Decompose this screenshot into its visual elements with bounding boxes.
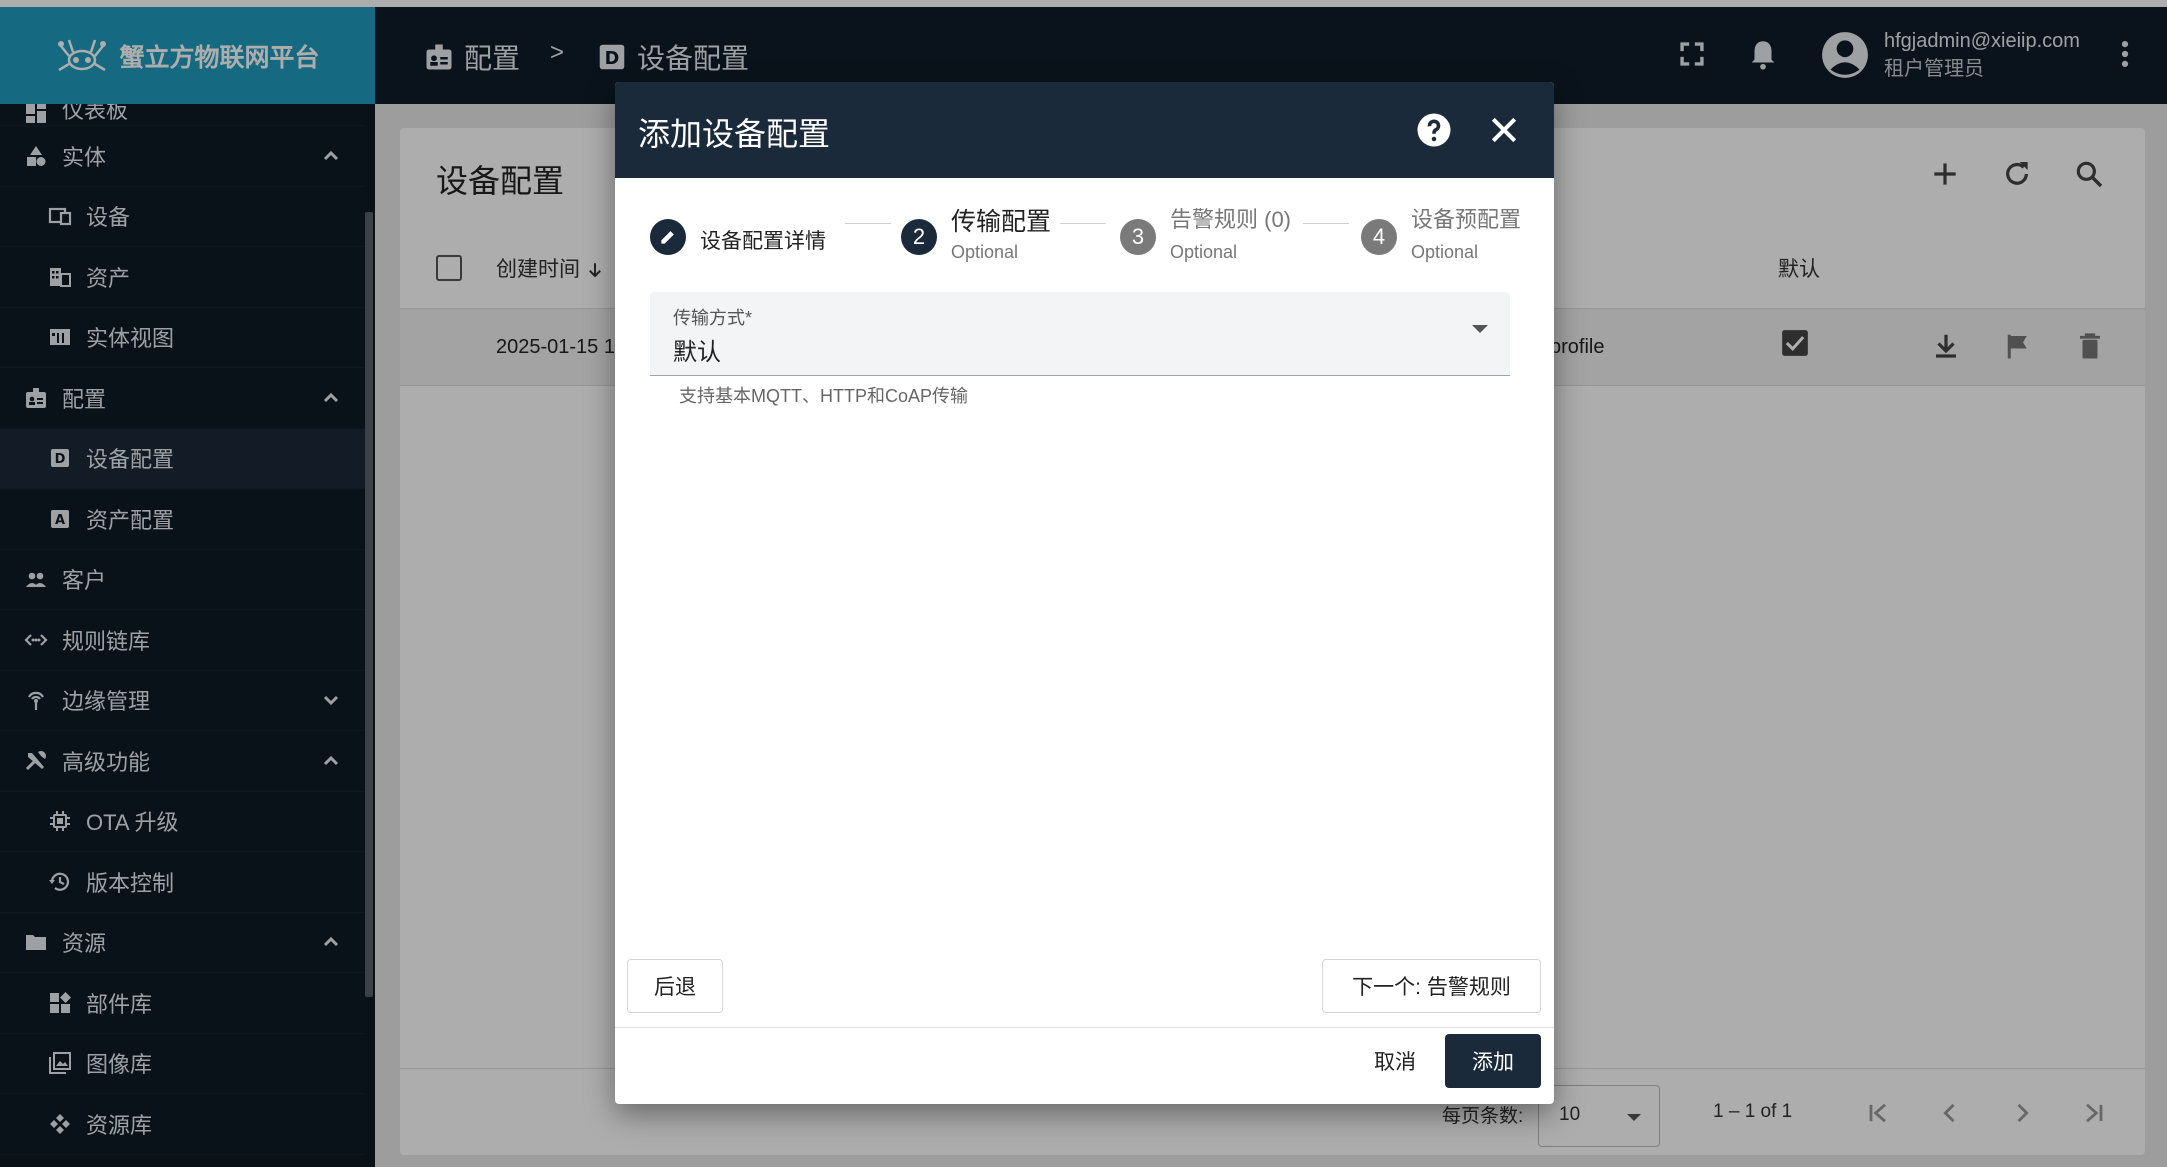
step-optional: Optional [1170, 242, 1238, 262]
step-number: 2 [901, 219, 937, 255]
cancel-button[interactable]: 取消 [1350, 1034, 1440, 1088]
transport-type-hint: 支持基本MQTT、HTTP和CoAP传输 [679, 386, 969, 406]
step-connector [1060, 223, 1106, 224]
step-edit-icon [650, 219, 686, 255]
step-number: 4 [1361, 219, 1397, 255]
step-optional: Optional [1411, 242, 1479, 262]
transport-type-value: 默认 [673, 339, 721, 366]
step-label: 告警规则 (0) [1170, 207, 1292, 232]
step-label: 传输配置 [951, 208, 1052, 236]
dialog-title: 添加设备配置 [638, 116, 831, 152]
add-button[interactable]: 添加 [1445, 1034, 1541, 1088]
close-icon[interactable] [1488, 114, 1520, 146]
step-connector [1303, 223, 1349, 224]
dropdown-arrow-icon [1472, 325, 1488, 333]
back-button[interactable]: 后退 [627, 959, 723, 1013]
add-device-profile-dialog: 添加设备配置 设备配置详情 2 传输配置 Optional 3 告警规则 (0)… [615, 82, 1554, 1104]
transport-type-label: 传输方式* [673, 308, 753, 328]
step-label: 设备预配置 [1411, 207, 1522, 232]
step-optional: Optional [951, 242, 1019, 262]
step-connector [845, 223, 891, 224]
next-button[interactable]: 下一个: 告警规则 [1322, 959, 1541, 1013]
step-label: 设备配置详情 [700, 230, 826, 253]
dialog-header: 添加设备配置 [615, 82, 1554, 178]
stepper: 设备配置详情 [615, 178, 1554, 290]
transport-type-select[interactable]: 传输方式* 默认 [650, 292, 1510, 376]
help-icon[interactable] [1416, 112, 1452, 148]
step-number: 3 [1120, 219, 1156, 255]
